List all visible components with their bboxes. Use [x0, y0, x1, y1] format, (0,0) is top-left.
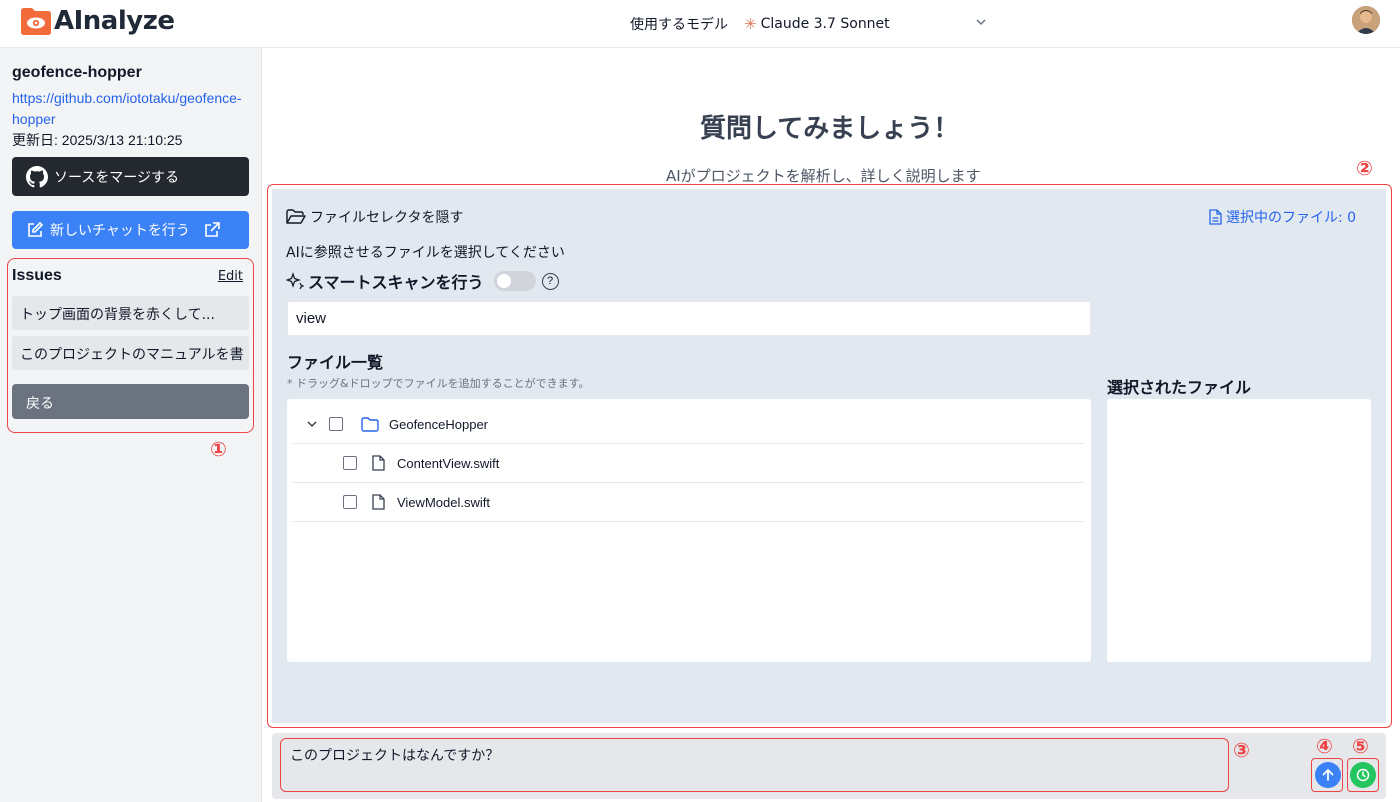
- logo-folder-eye-icon: [21, 8, 51, 35]
- project-updated-date: 更新日: 2025/3/13 21:10:25: [12, 132, 183, 148]
- github-icon: [26, 165, 48, 187]
- file-search-input[interactable]: view: [287, 301, 1091, 336]
- merge-source-label: ソースをマージする: [54, 169, 180, 186]
- new-chat-label: 新しいチャットを行う: [50, 223, 190, 239]
- file-list-title: ファイル一覧: [287, 355, 384, 372]
- tree-file-row[interactable]: ViewModel.swift: [293, 483, 1084, 522]
- file-selector-body: ファイルセレクタを隠す 選択中のファイル: 0 AIに参照させるファイルを選択し…: [272, 189, 1386, 723]
- annotation-4: ④: [1316, 734, 1333, 758]
- model-select-value: Claude 3.7 Sonnet: [760, 16, 890, 32]
- file-checkbox[interactable]: [343, 456, 357, 470]
- sparkle-icon: [286, 272, 304, 290]
- selected-files-title: 選択されたファイル: [1107, 380, 1252, 397]
- folder-icon: [361, 416, 379, 432]
- sidebar: geofence-hopper https://github.com/iotot…: [0, 48, 262, 802]
- smart-scan-toggle[interactable]: [493, 271, 536, 291]
- issues-edit-link[interactable]: Edit: [218, 269, 243, 284]
- user-avatar[interactable]: [1352, 6, 1380, 34]
- selected-files-dropzone[interactable]: [1107, 399, 1371, 662]
- page-subtitle: AIがプロジェクトを解析し、詳しく説明します: [666, 167, 981, 185]
- edit-icon: [28, 221, 44, 237]
- app-name: AInalyze: [54, 6, 175, 36]
- tree-file-row[interactable]: ContentView.swift: [293, 444, 1084, 483]
- annotation-2: ②: [1356, 156, 1373, 180]
- file-name: ViewModel.swift: [397, 494, 490, 510]
- folder-name: GeofenceHopper: [389, 416, 489, 432]
- folder-checkbox[interactable]: [329, 417, 343, 431]
- file-checkbox[interactable]: [343, 495, 357, 509]
- chevron-down-icon: [976, 19, 986, 26]
- project-url-link[interactable]: https://github.com/iototaku/geofence-hop…: [12, 88, 248, 130]
- smart-scan-row: スマートスキャンを行う ?: [286, 269, 559, 293]
- selected-files-count[interactable]: 選択中のファイル: 0: [1208, 207, 1356, 227]
- annotation-5: ⑤: [1352, 734, 1369, 758]
- app-header: AInalyze 使用するモデル ✳ Claude 3.7 Sonnet: [0, 0, 1400, 48]
- new-chat-button[interactable]: 新しいチャットを行う: [12, 211, 249, 249]
- clock-icon: [1356, 768, 1370, 782]
- hide-file-selector-label: ファイルセレクタを隠す: [310, 210, 464, 226]
- external-link-icon: [205, 222, 220, 237]
- file-selector-panel: ファイルセレクタを隠す 選択中のファイル: 0 AIに参照させるファイルを選択し…: [267, 184, 1392, 728]
- arrow-up-icon: [1322, 768, 1334, 781]
- tree-folder-row[interactable]: GeofenceHopper: [293, 405, 1084, 444]
- selected-files-count-label: 選択中のファイル: 0: [1226, 210, 1357, 226]
- file-icon: [372, 494, 385, 510]
- issues-panel: Issues Edit トップ画面の背景を赤くして... このプロジェクトのマニ…: [7, 258, 254, 433]
- smart-scan-label: スマートスキャンを行う: [308, 275, 484, 292]
- annotation-3: ③: [1233, 738, 1250, 762]
- merge-source-button[interactable]: ソースをマージする: [12, 157, 249, 196]
- chevron-down-icon[interactable]: [305, 417, 319, 431]
- history-button[interactable]: [1350, 762, 1376, 788]
- issue-item[interactable]: トップ画面の背景を赤くして...: [12, 296, 249, 330]
- issues-title: Issues: [12, 267, 62, 284]
- annotation-1: ①: [210, 437, 227, 461]
- chat-input[interactable]: このプロジェクトはなんですか？: [280, 738, 1229, 792]
- project-name: geofence-hopper: [12, 64, 142, 81]
- avatar-image: [1352, 6, 1380, 34]
- file-icon: [372, 455, 385, 471]
- issue-item[interactable]: このプロジェクトのマニュアルを書: [12, 336, 249, 370]
- claude-spark-icon: ✳: [744, 15, 757, 33]
- send-button[interactable]: [1315, 762, 1341, 788]
- model-select[interactable]: ✳ Claude 3.7 Sonnet: [744, 12, 992, 36]
- back-button[interactable]: 戻る: [12, 384, 249, 419]
- page-title: 質問してみましょう！: [700, 114, 960, 144]
- document-icon: [1209, 209, 1222, 225]
- file-selector-instruction: AIに参照させるファイルを選択してください: [286, 245, 565, 261]
- app-logo[interactable]: AInalyze: [20, 6, 175, 36]
- file-tree: GeofenceHopper ContentView.swift ViewMod…: [287, 399, 1091, 662]
- file-list-note: * ドラッグ&ドロップでファイルを追加することができます。: [287, 377, 590, 390]
- folder-open-icon: [286, 209, 306, 224]
- hide-file-selector-button[interactable]: ファイルセレクタを隠す: [286, 207, 463, 227]
- help-icon[interactable]: ?: [541, 272, 559, 290]
- file-name: ContentView.swift: [397, 455, 500, 471]
- model-label: 使用するモデル: [630, 17, 728, 33]
